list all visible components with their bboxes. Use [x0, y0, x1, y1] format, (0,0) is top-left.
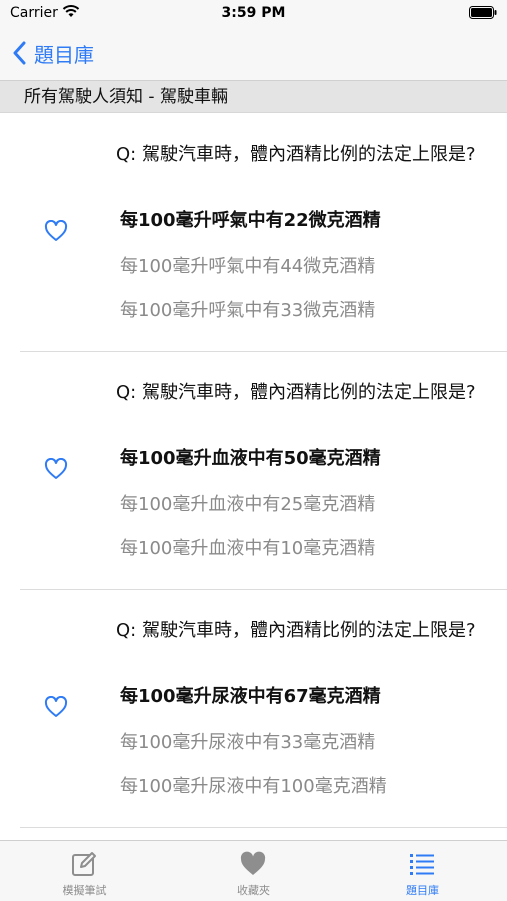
answer-correct: 每100毫升尿液中有67毫克酒精: [120, 686, 381, 707]
back-button-label: 題目庫: [34, 42, 94, 67]
question-list: Q: 駕駛汽車時，體內酒精比例的法定上限是? 每100毫升呼氣中有22微克酒精 …: [0, 114, 507, 828]
question-text: Q: 駕駛汽車時，體內酒精比例的法定上限是?: [116, 382, 476, 403]
heart-icon: [240, 851, 266, 875]
tab-label: 題目庫: [406, 884, 439, 897]
chevron-left-icon: [13, 41, 26, 65]
question-text: Q: 駕駛汽車時，體內酒精比例的法定上限是?: [116, 620, 476, 641]
answer-option: 每100毫升呼氣中有44微克酒精: [120, 256, 376, 277]
tab-mock-exam[interactable]: 模擬筆試: [0, 841, 169, 901]
back-button[interactable]: 題目庫: [12, 38, 94, 68]
question-card: Q: 駕駛汽車時，體內酒精比例的法定上限是? 每100毫升尿液中有67毫克酒精 …: [0, 590, 507, 828]
heart-outline-icon[interactable]: [44, 458, 68, 480]
tab-bar: 模擬筆試 收藏夾 題目庫: [0, 840, 507, 901]
question-card: Q: 駕駛汽車時，體內酒精比例的法定上限是? 每100毫升呼氣中有22微克酒精 …: [0, 114, 507, 352]
edit-icon: [72, 852, 96, 876]
tab-question-bank[interactable]: 題目庫: [338, 841, 507, 901]
answer-option: 每100毫升血液中有25毫克酒精: [120, 494, 376, 515]
answer-option: 每100毫升尿液中有33毫克酒精: [120, 732, 376, 753]
section-header: 所有駕駛人須知 - 駕駛車輛: [0, 81, 507, 113]
list-icon: [410, 854, 434, 875]
status-bar: Carrier 3:59 PM: [0, 0, 507, 28]
tab-favorites[interactable]: 收藏夾: [169, 841, 338, 901]
question-card: Q: 駕駛汽車時，體內酒精比例的法定上限是? 每100毫升血液中有50毫克酒精 …: [0, 352, 507, 590]
navigation-bar: 題目庫: [0, 28, 507, 81]
answer-option: 每100毫升尿液中有100毫克酒精: [120, 776, 387, 797]
status-time: 3:59 PM: [221, 5, 286, 21]
tab-label: 收藏夾: [237, 884, 270, 897]
heart-outline-icon[interactable]: [44, 696, 68, 718]
battery-icon: [469, 6, 497, 19]
tab-label: 模擬筆試: [62, 884, 107, 897]
answer-correct: 每100毫升血液中有50毫克酒精: [120, 448, 381, 469]
question-text: Q: 駕駛汽車時，體內酒精比例的法定上限是?: [116, 144, 476, 165]
answer-correct: 每100毫升呼氣中有22微克酒精: [120, 210, 381, 231]
answer-option: 每100毫升呼氣中有33微克酒精: [120, 300, 376, 321]
heart-outline-icon[interactable]: [44, 220, 68, 242]
answer-option: 每100毫升血液中有10毫克酒精: [120, 538, 376, 559]
divider: [20, 827, 507, 828]
